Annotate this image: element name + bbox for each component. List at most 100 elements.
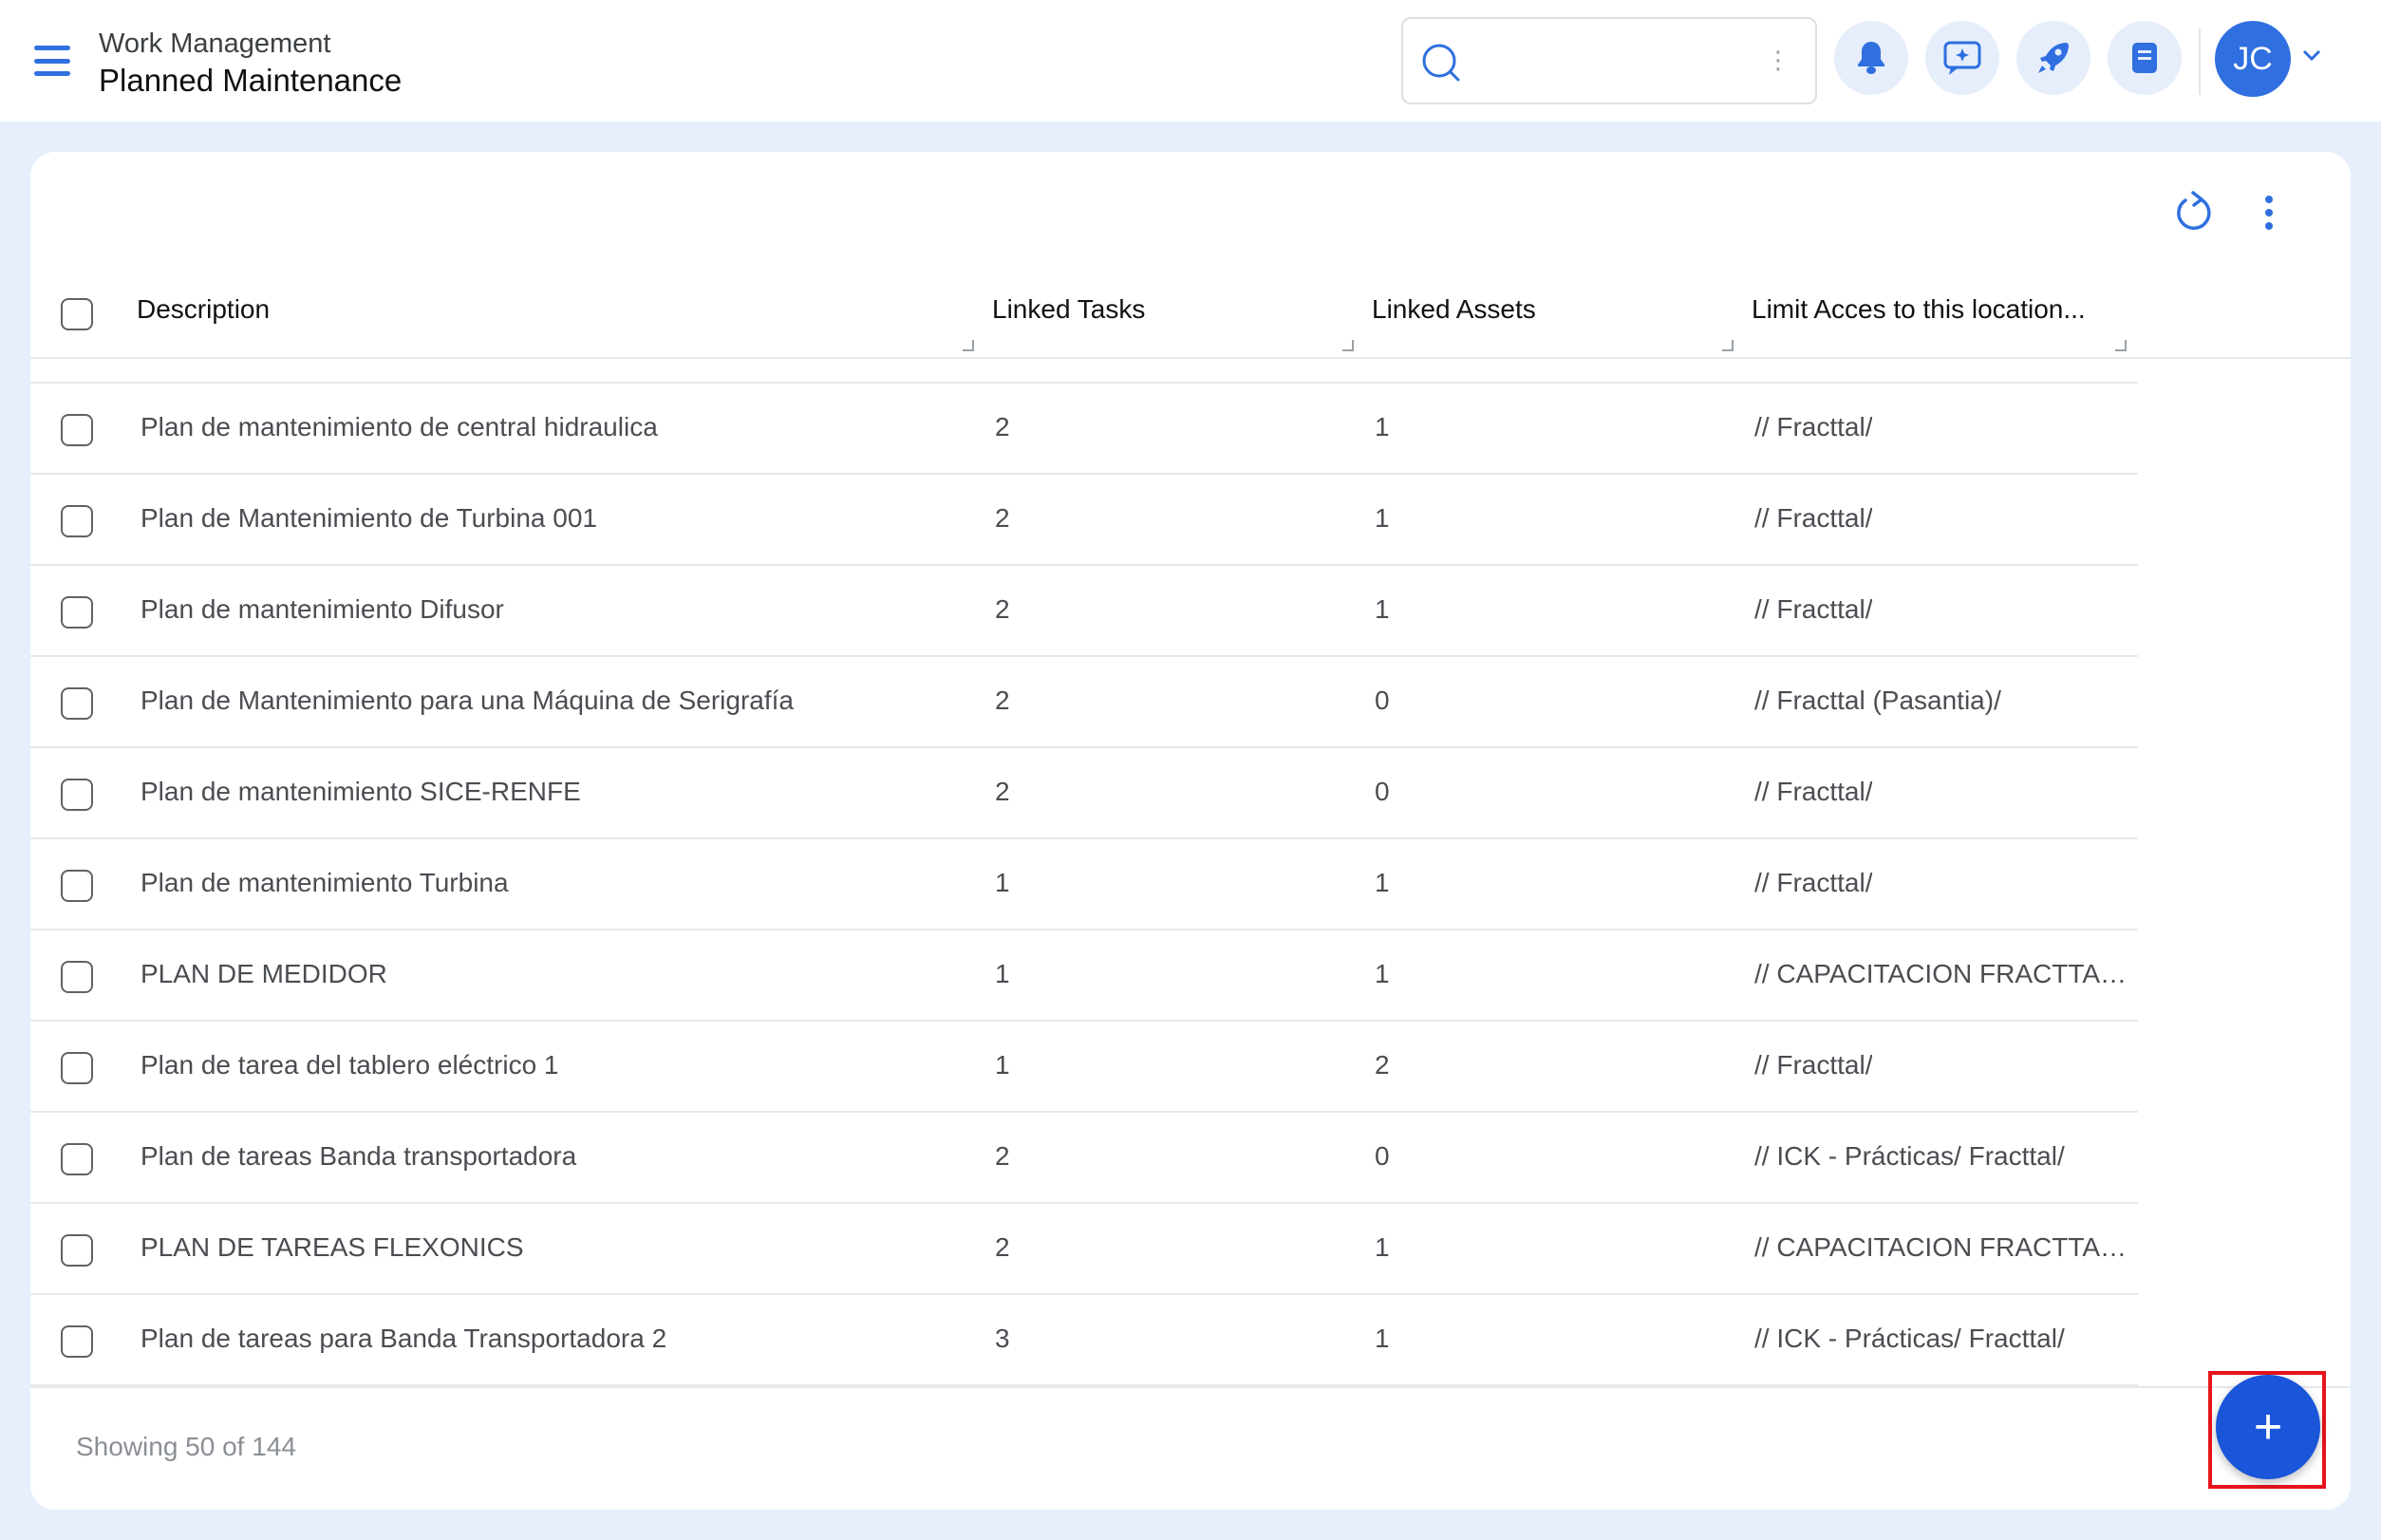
table-footer: Showing 50 of 144 [30,1386,2351,1510]
plus-icon: + [2253,1399,2283,1455]
row-checkbox[interactable] [61,596,93,629]
cell-linked-assets: 1 [1375,959,1390,988]
cell-linked-assets: 1 [1375,594,1390,624]
cell-linked-assets: 1 [1375,1232,1390,1262]
cell-linked-tasks: 2 [995,777,1010,806]
row-checkbox[interactable] [61,1325,93,1358]
cell-linked-tasks: 2 [995,594,1010,624]
search-options-icon[interactable]: ⋮ [1766,46,1790,75]
cell-linked-tasks: 2 [995,685,1010,715]
cell-location: // CAPACITACION FRACTTAL... [1754,959,2130,988]
column-resize-handle[interactable] [1722,340,1734,351]
column-header-description[interactable]: Description [137,294,270,325]
cell-description: Plan de tareas para Banda Transportadora… [141,1324,667,1353]
cell-location: // Fracttal/ [1754,777,1873,806]
cell-description: Plan de tarea del tablero eléctrico 1 [141,1050,559,1080]
cell-location: // Fracttal (Pasantia)/ [1754,685,2001,715]
cell-location: // Fracttal/ [1754,503,1873,533]
cell-linked-tasks: 1 [995,1050,1010,1080]
row-checkbox[interactable] [61,414,93,446]
table-row[interactable]: Plan de mantenimiento de central hidraul… [30,384,2138,475]
more-vert-icon[interactable] [2242,186,2296,239]
search-input[interactable] [1479,44,1764,82]
cell-linked-tasks: 2 [995,1141,1010,1171]
cell-linked-assets: 0 [1375,685,1390,715]
cell-description: Plan de mantenimiento Turbina [141,868,509,897]
row-checkbox[interactable] [61,961,93,993]
cell-linked-tasks: 1 [995,959,1010,988]
avatar[interactable]: JC [2215,21,2291,97]
cell-linked-assets: 1 [1375,1324,1390,1353]
refresh-icon[interactable] [2166,186,2220,239]
app-header: Work Management Planned Maintenance ⋮ JC [0,0,2381,122]
cell-linked-tasks: 2 [995,412,1010,441]
page-title: Planned Maintenance [99,63,403,98]
cell-location: // Fracttal/ [1754,1050,1873,1080]
table-row[interactable]: Plan de mantenimiento Turbina 1 1 // Fractt… [30,839,2138,930]
table-body[interactable]: Plan de mantenimiento de Bombas de Gasol… [30,359,2351,1386]
cell-location: // Fracttal/ [1754,412,1873,441]
title-block: Work Management Planned Maintenance [99,27,402,101]
row-checkbox[interactable] [61,870,93,902]
table-row[interactable]: Plan de mantenimiento de Bombas de Gasol… [30,359,2138,384]
cell-description: Plan de Mantenimiento para una Máquina d… [141,685,794,715]
cell-description: PLAN DE TAREAS FLEXONICS [141,1232,524,1262]
cell-linked-assets: 2 [1375,1050,1390,1080]
notes-icon[interactable] [2108,21,2182,95]
table-row[interactable]: Plan de mantenimiento SICE-RENFE 2 0 // Fra… [30,748,2138,839]
cell-linked-tasks: 3 [995,1324,1010,1353]
planned-maintenance-card: Description Linked Tasks Linked Assets L… [30,152,2351,1510]
table-row[interactable]: Plan de Mantenimiento para una Máquina d… [30,657,2138,748]
column-header-linked-tasks[interactable]: Linked Tasks [992,294,1145,325]
cell-linked-tasks: 2 [995,503,1010,533]
search-icon [1422,44,1460,82]
table-row[interactable]: Plan de Mantenimiento de Turbina 001 2 1 //… [30,475,2138,566]
module-name: Work Management [99,28,331,59]
cell-description: Plan de tareas Banda transportadora [141,1141,577,1171]
table-row[interactable]: PLAN DE MEDIDOR 1 1 // CAPACITACION FRACTTA… [30,930,2138,1022]
column-resize-handle[interactable] [963,340,974,351]
add-plan-button[interactable]: + [2216,1375,2320,1479]
column-header-linked-assets[interactable]: Linked Assets [1372,294,1536,325]
bell-icon[interactable] [1834,21,1908,95]
cell-location: // Fracttal/ [1754,594,1873,624]
row-checkbox[interactable] [61,1234,93,1267]
cell-location: // CAPACITACION FRACTTAL... [1754,1232,2130,1262]
menu-icon[interactable] [28,40,76,82]
cell-linked-assets: 1 [1375,503,1390,533]
cell-description: PLAN DE MEDIDOR [141,959,387,988]
select-all-checkbox[interactable] [61,298,93,330]
chat-sparkle-icon[interactable] [1925,21,1999,95]
row-checkbox[interactable] [61,1143,93,1175]
table-row[interactable]: PLAN DE TAREAS FLEXONICS 2 1 // CAPACITACIO… [30,1204,2138,1295]
row-checkbox[interactable] [61,779,93,811]
table-row[interactable]: Plan de tarea del tablero eléctrico 1 1 2 /… [30,1022,2138,1113]
cell-linked-tasks: 1 [995,868,1010,897]
header-divider [2199,28,2201,95]
table-row[interactable]: Plan de tareas para Banda Transportadora… [30,1295,2138,1386]
search-box[interactable]: ⋮ [1401,17,1817,104]
cell-description: Plan de mantenimiento Difusor [141,594,504,624]
cell-linked-assets: 1 [1375,868,1390,897]
row-checkbox[interactable] [61,1052,93,1084]
row-count-text: Showing 50 of 144 [76,1432,296,1461]
row-checkbox[interactable] [61,505,93,537]
cell-location: // ICK - Prácticas/ Fracttal/ [1754,1141,2065,1171]
cell-linked-tasks: 2 [995,1232,1010,1262]
cell-description: Plan de mantenimiento de central hidraul… [141,412,658,441]
cell-linked-assets: 1 [1375,412,1390,441]
chevron-down-icon[interactable] [2301,47,2322,63]
row-checkbox[interactable] [61,687,93,720]
cell-location: // Fracttal/ [1754,868,1873,897]
table-row[interactable]: Plan de mantenimiento Difusor 2 1 // Fractt… [30,566,2138,657]
cell-description: Plan de mantenimiento SICE-RENFE [141,777,581,806]
cell-linked-assets: 0 [1375,1141,1390,1171]
cell-linked-assets: 0 [1375,777,1390,806]
cell-location: // ICK - Prácticas/ Fracttal/ [1754,1324,2065,1353]
column-resize-handle[interactable] [1342,340,1354,351]
table-row[interactable]: Plan de tareas Banda transportadora 2 0 // … [30,1113,2138,1204]
column-header-location[interactable]: Limit Acces to this location... [1752,294,2086,325]
column-resize-handle[interactable] [2115,340,2127,351]
table-header: Description Linked Tasks Linked Assets L… [30,268,2351,359]
rocket-icon[interactable] [2016,21,2090,95]
